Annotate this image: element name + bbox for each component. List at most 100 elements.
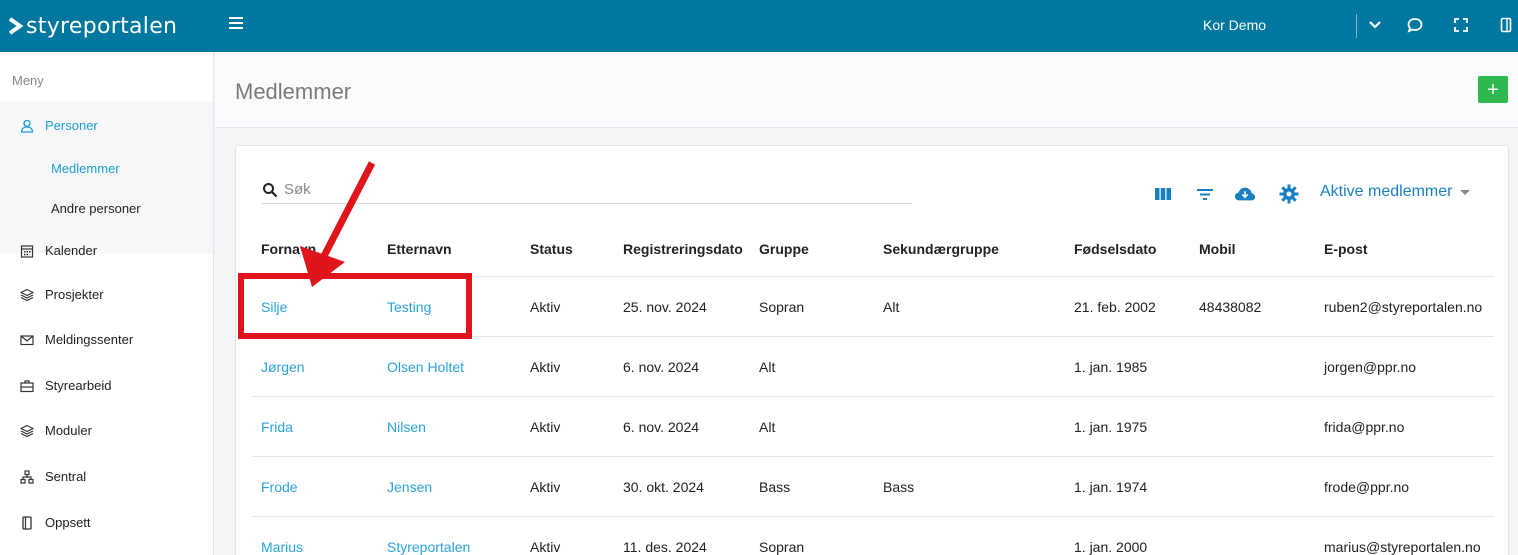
sidebar-item-label: Kalender — [45, 243, 98, 258]
registration-date-cell: 6. nov. 2024 — [623, 359, 700, 375]
table-row[interactable]: Marius Styreportalen Aktiv 11. des. 2024… — [252, 516, 1494, 555]
sidebar-item-label: Personer — [45, 118, 98, 133]
sidebar-item-moduler[interactable]: Moduler — [20, 423, 92, 438]
table-row[interactable]: Frode Jensen Aktiv 30. okt. 2024 Bass Ba… — [252, 456, 1494, 516]
birth-date-cell: 1. jan. 1974 — [1074, 479, 1148, 495]
first-name-link[interactable]: Jørgen — [261, 359, 305, 375]
mobile-cell: 48438082 — [1199, 299, 1262, 315]
briefcase-icon — [20, 379, 34, 392]
app-logo[interactable]: styreportalen — [8, 12, 177, 40]
user-icon — [20, 119, 34, 133]
sidebar-item-label: Oppsett — [45, 515, 91, 530]
sidebar-item-label: Meldingssenter — [45, 332, 134, 347]
dropdown-value: Aktive medlemmer — [1320, 183, 1453, 200]
sidebar-item-prosjekter[interactable]: Prosjekter — [20, 287, 104, 302]
status-cell: Aktiv — [530, 539, 561, 555]
status-cell: Aktiv — [530, 299, 561, 315]
caret-down-icon — [1460, 189, 1471, 195]
settings-gear-icon[interactable] — [1278, 183, 1300, 205]
layers-icon — [20, 424, 34, 437]
last-name-link[interactable]: Jensen — [387, 479, 432, 495]
column-header-mobil[interactable]: Mobil — [1199, 241, 1236, 257]
birth-date-cell: 1. jan. 2000 — [1074, 539, 1148, 555]
column-header-status[interactable]: Status — [530, 241, 573, 257]
member-status-dropdown[interactable]: Aktive medlemmer — [1320, 183, 1471, 201]
sidebar-subitem-medlemmer[interactable]: Medlemmer — [51, 161, 120, 176]
first-name-link[interactable]: Frida — [261, 419, 293, 435]
column-header-gruppe[interactable]: Gruppe — [759, 241, 809, 257]
first-name-link[interactable]: Marius — [261, 539, 303, 555]
sidebar-item-sentral[interactable]: Sentral — [20, 469, 86, 484]
sidebar-item-oppsett[interactable]: Oppsett — [20, 515, 91, 530]
group-cell: Alt — [759, 359, 776, 375]
network-icon — [20, 469, 34, 484]
layers-icon — [20, 288, 34, 301]
sidebar-subitem-andre-personer[interactable]: Andre personer — [51, 201, 141, 216]
email-cell: marius@styreportalen.no — [1324, 539, 1481, 555]
last-name-link[interactable]: Nilsen — [387, 419, 426, 435]
column-header-epost[interactable]: E-post — [1324, 241, 1368, 257]
mail-icon — [20, 334, 34, 345]
group-cell: Bass — [759, 479, 791, 495]
members-card: Aktive medlemmer Fornavn Etternavn Statu… — [235, 145, 1509, 555]
secondary-group-cell: Alt — [883, 299, 900, 315]
table-row[interactable]: Frida Nilsen Aktiv 6. nov. 2024 Alt 1. j… — [252, 396, 1494, 456]
group-cell: Sopran — [759, 299, 805, 315]
sidebar: Meny Personer Medlemmer Andre personer K… — [0, 52, 214, 555]
menu-label: Meny — [12, 73, 44, 88]
birth-date-cell: 1. jan. 1985 — [1074, 359, 1148, 375]
sidebar-item-personer[interactable]: Personer — [20, 118, 98, 133]
sidebar-item-meldingssenter[interactable]: Meldingssenter — [20, 332, 133, 347]
birth-date-cell: 1. jan. 1975 — [1074, 419, 1148, 435]
sidebar-item-label: Styrearbeid — [45, 378, 112, 393]
email-cell: ruben2@styreportalen.no — [1324, 299, 1483, 315]
side-panel-icon[interactable] — [1496, 15, 1516, 35]
sidebar-item-label: Prosjekter — [45, 287, 104, 302]
email-cell: jorgen@ppr.no — [1324, 359, 1417, 375]
column-header-registreringsdato[interactable]: Registreringsdato — [623, 241, 743, 257]
email-cell: frode@ppr.no — [1324, 479, 1410, 495]
secondary-group-cell: Bass — [883, 479, 915, 495]
column-header-sekundaergruppe[interactable]: Sekundærgruppe — [883, 241, 999, 257]
column-header-fodselsdato[interactable]: Fødselsdato — [1074, 241, 1156, 257]
chevron-down-icon[interactable] — [1365, 15, 1385, 35]
email-cell: frida@ppr.no — [1324, 419, 1405, 435]
registration-date-cell: 30. okt. 2024 — [623, 479, 704, 495]
search-icon — [263, 182, 278, 197]
device-icon — [22, 515, 32, 530]
sidebar-item-styrearbeid[interactable]: Styrearbeid — [20, 378, 111, 393]
last-name-link[interactable]: Olsen Holtet — [387, 359, 464, 375]
group-cell: Sopran — [759, 539, 805, 555]
registration-date-cell: 25. nov. 2024 — [623, 299, 707, 315]
annotation-arrow-icon — [300, 161, 376, 287]
group-cell: Alt — [759, 419, 776, 435]
table-row[interactable]: Jørgen Olsen Holtet Aktiv 6. nov. 2024 A… — [252, 336, 1494, 396]
last-name-link[interactable]: Styreportalen — [387, 539, 470, 555]
filter-icon[interactable] — [1194, 183, 1216, 205]
calendar-icon — [20, 244, 34, 258]
columns-icon[interactable] — [1152, 183, 1174, 205]
hamburger-menu-icon[interactable] — [229, 17, 243, 31]
sidebar-item-label: Moduler — [45, 423, 92, 438]
logo-chevron-icon — [8, 17, 24, 35]
status-cell: Aktiv — [530, 419, 561, 435]
cloud-download-icon[interactable] — [1234, 183, 1256, 205]
status-cell: Aktiv — [530, 359, 561, 375]
chat-icon[interactable] — [1405, 15, 1425, 35]
registration-date-cell: 11. des. 2024 — [623, 539, 707, 555]
top-bar: styreportalen Kor Demo — [0, 0, 1518, 52]
page-header: Medlemmer + — [215, 52, 1518, 128]
logo-text: styreportalen — [26, 13, 178, 39]
topbar-divider — [1356, 14, 1357, 38]
column-header-etternavn[interactable]: Etternavn — [387, 241, 452, 257]
add-member-button[interactable]: + — [1478, 76, 1508, 103]
sidebar-item-kalender[interactable]: Kalender — [20, 243, 97, 258]
organization-name[interactable]: Kor Demo — [1203, 17, 1266, 33]
first-name-link[interactable]: Frode — [261, 479, 298, 495]
sidebar-item-label: Sentral — [45, 469, 87, 484]
page-title: Medlemmer — [235, 79, 352, 104]
registration-date-cell: 6. nov. 2024 — [623, 419, 700, 435]
birth-date-cell: 21. feb. 2002 — [1074, 299, 1156, 315]
fullscreen-icon[interactable] — [1451, 15, 1471, 35]
status-cell: Aktiv — [530, 479, 561, 495]
